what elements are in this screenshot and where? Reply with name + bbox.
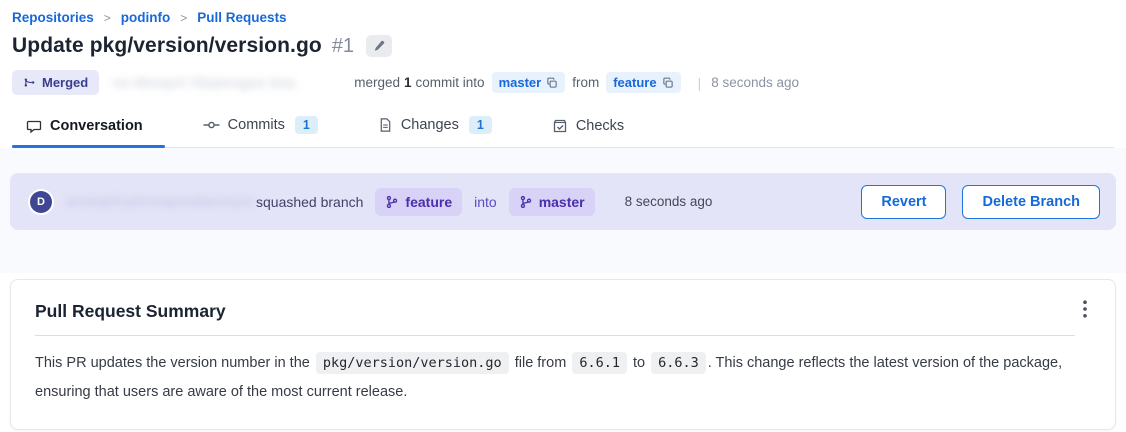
pr-title: Update pkg/version/version.go xyxy=(12,34,322,58)
pr-time-ago: 8 seconds ago xyxy=(711,75,799,90)
target-branch-link[interactable]: master xyxy=(499,75,542,90)
conversation-section: D avxkqtfcphrelqzmdwsnycb squashed branc… xyxy=(0,148,1126,273)
pencil-icon xyxy=(373,40,385,52)
commit-into-words: commit into xyxy=(416,75,485,90)
banner-source-branch-chip[interactable]: feature xyxy=(375,188,462,216)
tab-changes[interactable]: Changes 1 xyxy=(364,105,514,147)
changes-count-badge: 1 xyxy=(469,116,492,134)
copy-icon[interactable] xyxy=(662,77,674,89)
banner-source-branch-label: feature xyxy=(405,194,452,210)
pr-meta-row: Merged na kbtxqzti hfpqmxgyw bnq merged … xyxy=(12,70,1114,95)
banner-target-branch-chip[interactable]: master xyxy=(509,188,595,216)
merged-status-label: Merged xyxy=(42,75,88,90)
meta-divider: | xyxy=(698,75,702,91)
from-word: from xyxy=(572,75,599,90)
pr-number: #1 xyxy=(332,35,354,58)
merge-event-banner: D avxkqtfcphrelqzmdwsnycb squashed branc… xyxy=(10,173,1116,230)
merged-word: merged xyxy=(354,75,400,90)
breadcrumb-separator: > xyxy=(104,11,111,25)
checks-icon xyxy=(552,118,568,134)
breadcrumb-pull-requests[interactable]: Pull Requests xyxy=(197,10,286,25)
commit-icon xyxy=(203,117,220,133)
source-branch-link[interactable]: feature xyxy=(613,75,656,90)
tab-checks-label: Checks xyxy=(576,118,624,134)
tab-commits[interactable]: Commits 1 xyxy=(189,105,340,147)
card-divider xyxy=(35,335,1075,336)
source-branch-chip[interactable]: feature xyxy=(606,72,680,93)
commits-count-badge: 1 xyxy=(295,116,318,134)
comment-icon xyxy=(26,118,42,134)
breadcrumb: Repositories > podinfo > Pull Requests xyxy=(12,10,1114,25)
tab-commits-label: Commits xyxy=(228,117,285,133)
tab-conversation[interactable]: Conversation xyxy=(12,107,165,147)
summary-body: This PR updates the version number in th… xyxy=(35,349,1085,407)
banner-into-word: into xyxy=(474,194,497,210)
target-branch-chip[interactable]: master xyxy=(492,72,566,93)
delete-branch-button[interactable]: Delete Branch xyxy=(962,185,1100,219)
pr-tabs: Conversation Commits 1 Changes 1 Checks xyxy=(12,105,1114,148)
summary-card-title: Pull Request Summary xyxy=(35,301,1091,322)
merge-action-text: squashed branch xyxy=(256,194,363,210)
comments-section: Pull Request Summary This PR updates the… xyxy=(0,273,1126,430)
breadcrumb-repositories[interactable]: Repositories xyxy=(12,10,94,25)
tab-conversation-label: Conversation xyxy=(50,118,143,134)
merged-status-badge: Merged xyxy=(12,70,99,95)
file-diff-icon xyxy=(378,117,393,133)
breadcrumb-separator: > xyxy=(180,11,187,25)
pr-author-redacted: na kbtxqzti hfpqmxgyw bnq xyxy=(113,75,348,90)
merge-author-redacted: avxkqtfcphrelqzmdwsnycb xyxy=(66,194,254,209)
card-menu-button[interactable] xyxy=(1077,296,1093,322)
revert-button[interactable]: Revert xyxy=(861,185,946,219)
avatar[interactable]: D xyxy=(30,191,52,213)
commit-count: 1 xyxy=(404,75,412,90)
tab-checks[interactable]: Checks xyxy=(538,107,646,147)
banner-time-ago: 8 seconds ago xyxy=(625,194,713,209)
breadcrumb-podinfo[interactable]: podinfo xyxy=(121,10,170,25)
edit-title-button[interactable] xyxy=(366,35,392,57)
git-branch-icon xyxy=(385,195,399,209)
copy-icon[interactable] xyxy=(546,77,558,89)
pull-request-summary-card: Pull Request Summary This PR updates the… xyxy=(10,279,1116,430)
git-merge-icon xyxy=(23,76,36,89)
git-branch-icon xyxy=(519,195,533,209)
tab-changes-label: Changes xyxy=(401,117,459,133)
kebab-icon xyxy=(1083,300,1087,318)
banner-target-branch-label: master xyxy=(539,194,585,210)
page-header: Repositories > podinfo > Pull Requests U… xyxy=(0,0,1126,148)
